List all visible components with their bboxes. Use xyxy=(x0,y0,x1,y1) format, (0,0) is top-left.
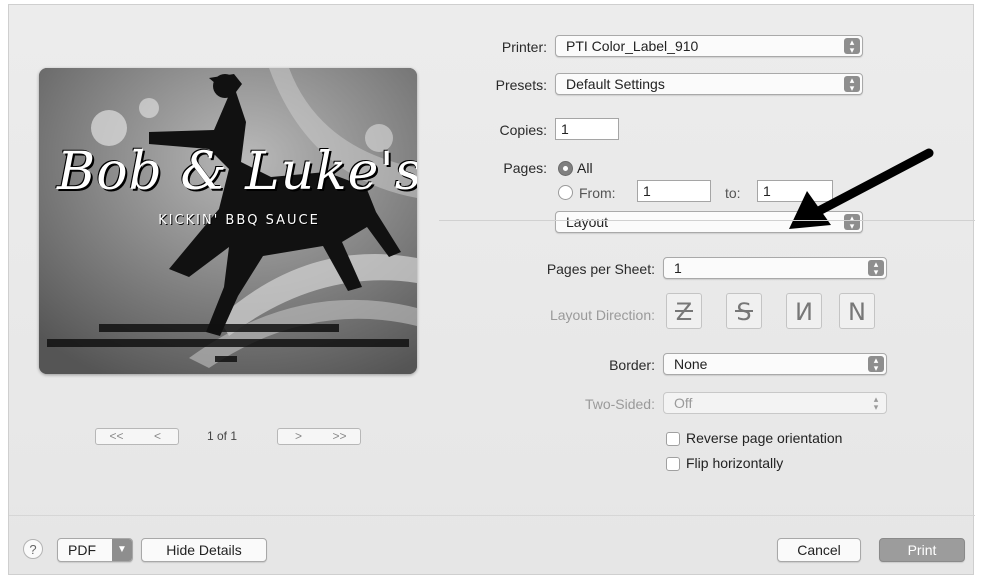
page-indicator: 1 of 1 xyxy=(207,429,238,443)
preview-first-prev[interactable]: << < xyxy=(95,428,179,445)
popup-arrows-icon: ▴ ▾ xyxy=(844,38,860,55)
pages-per-sheet-value: 1 xyxy=(674,260,682,276)
layout-direction-n-icon[interactable]: N xyxy=(839,293,875,329)
hide-details-button[interactable]: Hide Details xyxy=(141,538,267,562)
flip-horizontally-label: Flip horizontally xyxy=(686,455,784,471)
chevron-down-icon: ▼ xyxy=(112,539,132,561)
popup-arrows-icon: ▴ ▾ xyxy=(868,356,884,373)
layout-direction-reverse-n-icon[interactable]: N xyxy=(786,293,822,329)
presets-popup[interactable]: Default Settings ▴ ▾ xyxy=(555,73,863,95)
presets-value: Default Settings xyxy=(566,76,665,92)
presets-label: Presets: xyxy=(495,77,547,93)
popup-arrows-icon: ▴ ▾ xyxy=(844,76,860,93)
pdf-label: PDF xyxy=(68,542,96,558)
printer-value: PTI Color_Label_910 xyxy=(566,38,699,54)
reverse-orientation-label: Reverse page orientation xyxy=(686,430,843,446)
page-preview: Bob & Luke's KICKIN' BBQ SAUCE xyxy=(39,68,417,374)
next-page-button[interactable]: > xyxy=(278,429,319,444)
pages-all-label: All xyxy=(577,160,593,176)
border-value: None xyxy=(674,356,708,372)
border-popup[interactable]: None ▴ ▾ xyxy=(663,353,887,375)
pages-from-radio[interactable] xyxy=(558,185,573,200)
last-page-button[interactable]: >> xyxy=(319,429,360,444)
section-menu-value: Layout xyxy=(566,214,609,230)
pages-from-field[interactable]: 1 xyxy=(637,180,711,202)
popup-arrows-icon: ▴ ▾ xyxy=(868,260,884,277)
two-sided-popup[interactable]: Off ▴ ▾ xyxy=(663,392,887,414)
pages-per-sheet-label: Pages per Sheet: xyxy=(546,261,655,277)
copies-label: Copies: xyxy=(499,122,547,138)
pages-from-label: From: xyxy=(579,185,616,201)
pages-per-sheet-popup[interactable]: 1 ▴ ▾ xyxy=(663,257,887,279)
footer-divider xyxy=(9,515,975,516)
border-label: Border: xyxy=(609,357,655,373)
layout-direction-label: Layout Direction: xyxy=(549,307,655,323)
flip-horizontally-checkbox[interactable] xyxy=(666,457,680,471)
print-dialog: Bob & Luke's KICKIN' BBQ SAUCE << < 1 of … xyxy=(8,4,975,575)
two-sided-value: Off xyxy=(674,395,693,411)
two-sided-label: Two-Sided: xyxy=(584,396,655,412)
cancel-button[interactable]: Cancel xyxy=(777,538,861,562)
svg-text:N: N xyxy=(795,298,813,326)
svg-text:N: N xyxy=(848,298,866,326)
pages-all-radio[interactable] xyxy=(558,161,573,176)
first-page-button[interactable]: << xyxy=(96,429,137,444)
pages-to-label: to: xyxy=(725,185,741,201)
layout-direction-z-icon[interactable]: Z xyxy=(666,293,702,329)
print-button[interactable]: Print xyxy=(879,538,965,562)
printer-label: Printer: xyxy=(501,39,547,55)
pages-label: Pages: xyxy=(503,160,547,176)
popup-arrows-icon: ▴ ▾ xyxy=(873,394,879,412)
preview-subtitle: KICKIN' BBQ SAUCE xyxy=(158,213,320,228)
pdf-menu-button[interactable]: PDF ▼ xyxy=(57,538,133,562)
preview-next-last[interactable]: > >> xyxy=(277,428,361,445)
section-divider xyxy=(439,220,975,221)
copies-field[interactable]: 1 xyxy=(555,118,619,140)
annotation-arrow-icon xyxy=(789,148,934,229)
layout-direction-s-icon[interactable]: S xyxy=(726,293,762,329)
printer-popup[interactable]: PTI Color_Label_910 ▴ ▾ xyxy=(555,35,863,57)
help-button[interactable]: ? xyxy=(23,539,43,559)
reverse-orientation-checkbox[interactable] xyxy=(666,432,680,446)
prev-page-button[interactable]: < xyxy=(137,429,178,444)
preview-title: Bob & Luke's xyxy=(57,142,417,202)
